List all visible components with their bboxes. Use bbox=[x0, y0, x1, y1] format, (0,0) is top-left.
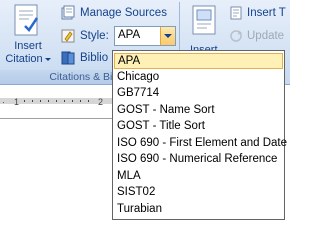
insert-citation-button[interactable]: Insert Citation bbox=[4, 2, 52, 68]
manage-sources-label: Manage Sources bbox=[80, 7, 167, 19]
style-option-turabian[interactable]: Turabian bbox=[114, 201, 283, 217]
svg-text:·: · bbox=[2, 97, 5, 107]
style-option-gb7714[interactable]: GB7714 bbox=[114, 85, 283, 101]
insert-table-of-figures-icon bbox=[230, 6, 242, 20]
horizontal-ruler: · 1 2 bbox=[0, 94, 112, 108]
update-table-icon bbox=[230, 30, 243, 42]
insert-table-of-figures-button[interactable]: Insert T bbox=[228, 4, 286, 22]
style-option-gost-name-sort[interactable]: GOST - Name Sort bbox=[114, 102, 283, 118]
insert-citation-label: Insert Citation bbox=[4, 40, 52, 66]
update-table-button[interactable]: Update bbox=[228, 27, 284, 45]
style-label: Style: bbox=[80, 30, 109, 42]
svg-text:2: 2 bbox=[98, 97, 103, 107]
insert-citation-label-line2: Citation bbox=[5, 53, 43, 65]
style-option-chicago[interactable]: Chicago bbox=[114, 69, 283, 85]
style-option-mla[interactable]: MLA bbox=[114, 168, 283, 184]
insert-citation-icon bbox=[14, 4, 39, 36]
style-option-iso-690-first-element[interactable]: ISO 690 - First Element and Date bbox=[114, 135, 287, 151]
svg-text:1: 1 bbox=[14, 97, 19, 107]
insert-caption-icon bbox=[192, 5, 216, 35]
style-dropdown-list: APA Chicago GB7714 GOST - Name Sort GOST… bbox=[112, 50, 287, 220]
chevron-down-icon bbox=[44, 57, 51, 61]
style-option-gost-title-sort[interactable]: GOST - Title Sort bbox=[114, 118, 283, 134]
update-table-label: Update bbox=[247, 30, 285, 42]
style-option-iso-690-numerical[interactable]: ISO 690 - Numerical Reference bbox=[114, 151, 283, 167]
style-option-apa[interactable]: APA bbox=[114, 53, 283, 69]
style-option-sist02[interactable]: SIST02 bbox=[114, 184, 283, 200]
style-select[interactable]: APA bbox=[114, 26, 176, 46]
page-top-edge bbox=[0, 118, 112, 119]
style-select-value: APA bbox=[118, 29, 141, 41]
manage-sources-button[interactable]: Manage Sources bbox=[60, 4, 167, 22]
style-icon bbox=[61, 29, 75, 43]
manage-sources-icon bbox=[61, 5, 75, 20]
style-dropdown-arrow-icon[interactable] bbox=[160, 27, 175, 45]
insert-citation-label-line1: Insert bbox=[14, 40, 42, 52]
bibliography-label: Biblio bbox=[80, 52, 109, 64]
insert-table-of-figures-label: Insert T bbox=[247, 7, 286, 19]
bibliography-icon bbox=[61, 51, 75, 65]
style-control: Style: bbox=[60, 27, 109, 45]
bibliography-button[interactable]: Biblio bbox=[60, 49, 108, 67]
